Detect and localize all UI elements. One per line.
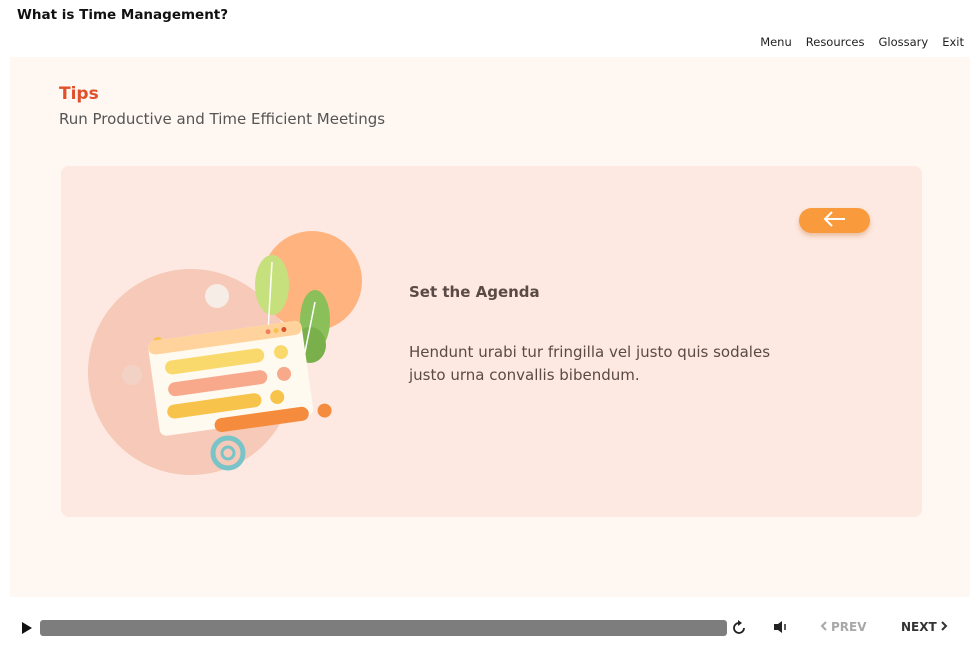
slide-subtitle: Run Productive and Time Efficient Meetin… [59, 110, 386, 128]
section-label: Tips [59, 84, 99, 104]
prev-button[interactable]: PREV [820, 620, 867, 634]
player-bar: PREV NEXT [0, 612, 980, 644]
chevron-left-icon [820, 620, 827, 634]
progress-bar[interactable] [40, 620, 727, 636]
next-button[interactable]: NEXT [901, 620, 948, 634]
card-body-text: Hendunt urabi tur fringilla vel justo qu… [409, 343, 771, 384]
nav-exit[interactable]: Exit [942, 35, 964, 49]
nav-resources[interactable]: Resources [806, 35, 865, 49]
agenda-illustration [83, 202, 383, 496]
nav-glossary[interactable]: Glossary [879, 35, 929, 49]
arrow-left-icon [822, 210, 848, 231]
volume-icon[interactable] [772, 619, 790, 639]
content-card: Set the Agenda Hendunt urabi tur fringil… [61, 166, 922, 517]
play-icon[interactable] [21, 620, 33, 639]
slide-stage: Tips Run Productive and Time Efficient M… [10, 57, 970, 597]
chevron-right-icon [940, 620, 948, 634]
next-label: NEXT [901, 620, 937, 634]
progress-fill [40, 620, 727, 636]
course-title: What is Time Management? [17, 7, 229, 23]
back-button[interactable] [799, 208, 870, 233]
nav-menu[interactable]: Menu [760, 35, 792, 49]
card-heading: Set the Agenda [409, 283, 540, 301]
prev-label: PREV [831, 620, 867, 634]
top-nav: Menu Resources Glossary Exit [760, 35, 964, 49]
replay-icon[interactable] [730, 619, 748, 641]
